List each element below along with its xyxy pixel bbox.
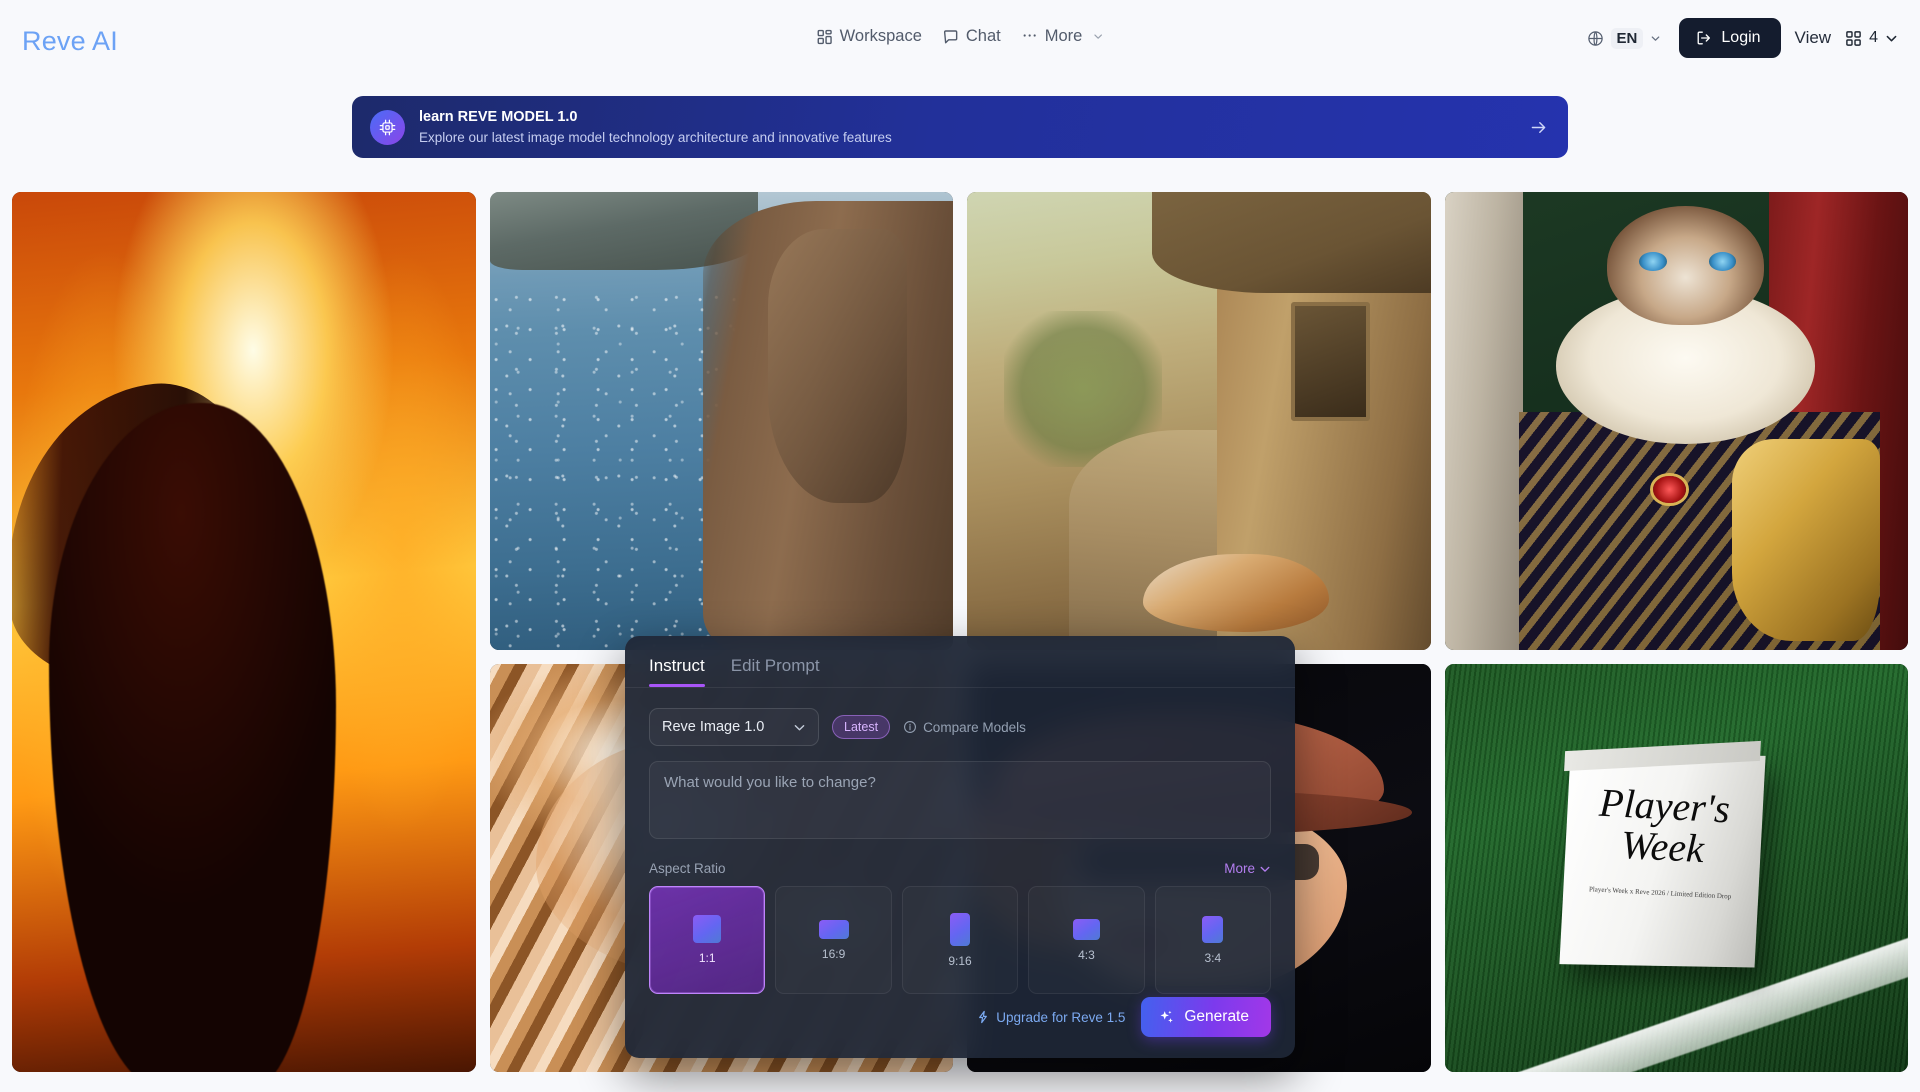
login-arrow-icon	[1696, 30, 1712, 46]
upgrade-label: Upgrade for Reve 1.5	[996, 1009, 1126, 1025]
promo-banner[interactable]: learn REVE MODEL 1.0 Explore our latest …	[352, 96, 1568, 158]
aspect-ratio-options: 1:1 16:9 9:16 4:3 3:4	[649, 886, 1272, 994]
aspect-ratio-option-3-4[interactable]: 3:4	[1154, 886, 1272, 994]
prompt-input[interactable]	[649, 761, 1271, 839]
tab-instruct[interactable]: Instruct	[649, 656, 705, 687]
model-select-value: Reve Image 1.0	[662, 719, 765, 735]
generate-label: Generate	[1184, 1008, 1249, 1025]
info-icon	[903, 720, 917, 734]
gallery-column-4: Player's Week Player's Week x Reve 2026 …	[1444, 192, 1908, 1092]
nav-item-workspace[interactable]: Workspace	[817, 27, 922, 46]
aspect-ratio-caption: 9:16	[948, 953, 972, 968]
village-cottage-art	[967, 192, 1431, 650]
sparkles-icon	[1158, 1009, 1175, 1026]
chevron-down-icon	[1259, 863, 1271, 875]
banner-title: learn REVE MODEL 1.0	[419, 108, 578, 125]
cat-eye-right-shape	[1708, 251, 1737, 271]
grid-view-icon	[1845, 30, 1862, 47]
chevron-down-icon	[1650, 33, 1661, 44]
aspect-ratio-caption: 16:9	[821, 946, 846, 961]
ellipsis-icon	[1022, 29, 1038, 45]
chevron-down-icon	[793, 721, 806, 734]
banner-subtitle: Explore our latest image model technolog…	[419, 130, 892, 146]
nav-label-workspace: Workspace	[839, 27, 922, 45]
chat-bubble-icon	[943, 29, 959, 45]
globe-icon	[1587, 30, 1604, 47]
aspect-ratio-more-button[interactable]: More	[1224, 861, 1271, 876]
cliff-rock-secondary-shape	[767, 228, 907, 504]
nav-label-more: More	[1044, 27, 1083, 45]
aspect-ratio-header: Aspect Ratio More	[649, 861, 1271, 876]
shopping-bag-shape	[1559, 752, 1766, 968]
cat-head-shape	[1606, 205, 1765, 325]
aspect-ratio-caption: 1:1	[698, 951, 716, 965]
panel-tabs: Instruct Edit Prompt	[625, 636, 1295, 688]
cat-eye-left-shape	[1639, 251, 1667, 271]
view-count-value: 4	[1869, 29, 1878, 46]
tab-edit-prompt[interactable]: Edit Prompt	[731, 656, 820, 687]
village-window-shape	[1291, 301, 1371, 421]
regal-cat-portrait-image[interactable]	[1444, 192, 1908, 650]
aspect-ratio-option-1-1[interactable]: 1:1	[649, 886, 766, 994]
aspect-ratio-more-label: More	[1224, 861, 1255, 876]
gallery-column-1	[12, 192, 476, 1092]
aspect-ratio-option-16-9[interactable]: 16:9	[775, 886, 892, 994]
cat-gold-cloak-shape	[1731, 439, 1881, 641]
primary-nav: Workspace Chat More	[817, 27, 1104, 46]
language-selector[interactable]: EN	[1583, 23, 1666, 54]
aspect-ratio-caption: 3:4	[1204, 950, 1222, 965]
aspect-ratio-swatch	[1202, 915, 1224, 943]
latest-badge[interactable]: Latest	[832, 715, 891, 739]
panel-body: Reve Image 1.0 Latest Compare Models Wha…	[625, 688, 1295, 994]
chevron-down-icon	[1885, 32, 1898, 45]
arrow-right-icon[interactable]	[1529, 118, 1548, 137]
village-roof-shape	[1152, 192, 1431, 293]
fire-figure-shape	[49, 403, 337, 1072]
compare-models-button[interactable]: Compare Models	[903, 720, 1026, 735]
nav-label-chat: Chat	[965, 27, 1001, 45]
aspect-ratio-option-9-16[interactable]: 9:16	[901, 886, 1019, 994]
chevron-down-icon	[1092, 31, 1103, 42]
spark-icon	[976, 1010, 990, 1024]
model-row: Reve Image 1.0 Latest Compare Models	[649, 708, 1271, 746]
compare-models-label: Compare Models	[923, 719, 1026, 735]
aspect-ratio-swatch	[818, 919, 849, 939]
sea-cliff-image[interactable]	[489, 192, 953, 650]
view-label[interactable]: View	[1795, 28, 1832, 48]
banner-text: learn REVE MODEL 1.0 Explore our latest …	[419, 108, 892, 147]
login-label: Login	[1721, 29, 1761, 46]
model-select[interactable]: Reve Image 1.0	[649, 708, 819, 746]
regal-cat-art	[1444, 192, 1908, 650]
generate-button[interactable]: Generate	[1141, 997, 1271, 1037]
nav-item-more[interactable]: More	[1022, 27, 1104, 46]
cat-gem-shape	[1653, 475, 1686, 504]
aspect-ratio-swatch	[1072, 918, 1100, 940]
header-actions: EN Login View 4	[1583, 18, 1898, 58]
panel-footer: Upgrade for Reve 1.5 Generate	[625, 994, 1295, 1058]
chip-icon	[370, 109, 405, 145]
shopping-bag-turf-image[interactable]: Player's Week Player's Week x Reve 2026 …	[1444, 664, 1908, 1072]
fire-silhouette-image[interactable]	[12, 192, 476, 1072]
top-header: Reve AI Workspace Chat More EN Login Vie…	[0, 0, 1920, 84]
instruct-panel: Instruct Edit Prompt Reve Image 1.0 Late…	[625, 636, 1295, 1058]
aspect-ratio-swatch	[950, 912, 971, 946]
language-code: EN	[1610, 27, 1644, 49]
brand-logo[interactable]: Reve AI	[22, 26, 118, 57]
cat-pillar-shape	[1444, 192, 1524, 650]
sea-cliff-art	[489, 192, 953, 650]
aspect-ratio-caption: 4:3	[1078, 947, 1095, 962]
aspect-ratio-option-4-3[interactable]: 4:3	[1028, 886, 1145, 994]
fire-silhouette-art	[12, 192, 476, 1072]
aspect-ratio-label: Aspect Ratio	[649, 861, 726, 876]
upgrade-link[interactable]: Upgrade for Reve 1.5	[976, 1010, 1125, 1025]
shopping-bag-turf-art: Player's Week Player's Week x Reve 2026 …	[1444, 664, 1908, 1072]
nav-item-chat[interactable]: Chat	[943, 27, 1001, 46]
aspect-ratio-swatch	[693, 915, 722, 943]
login-button[interactable]: Login	[1679, 18, 1781, 58]
grid-icon	[817, 29, 833, 45]
village-cottage-image[interactable]	[967, 192, 1431, 650]
view-count-selector[interactable]: 4	[1845, 29, 1898, 47]
